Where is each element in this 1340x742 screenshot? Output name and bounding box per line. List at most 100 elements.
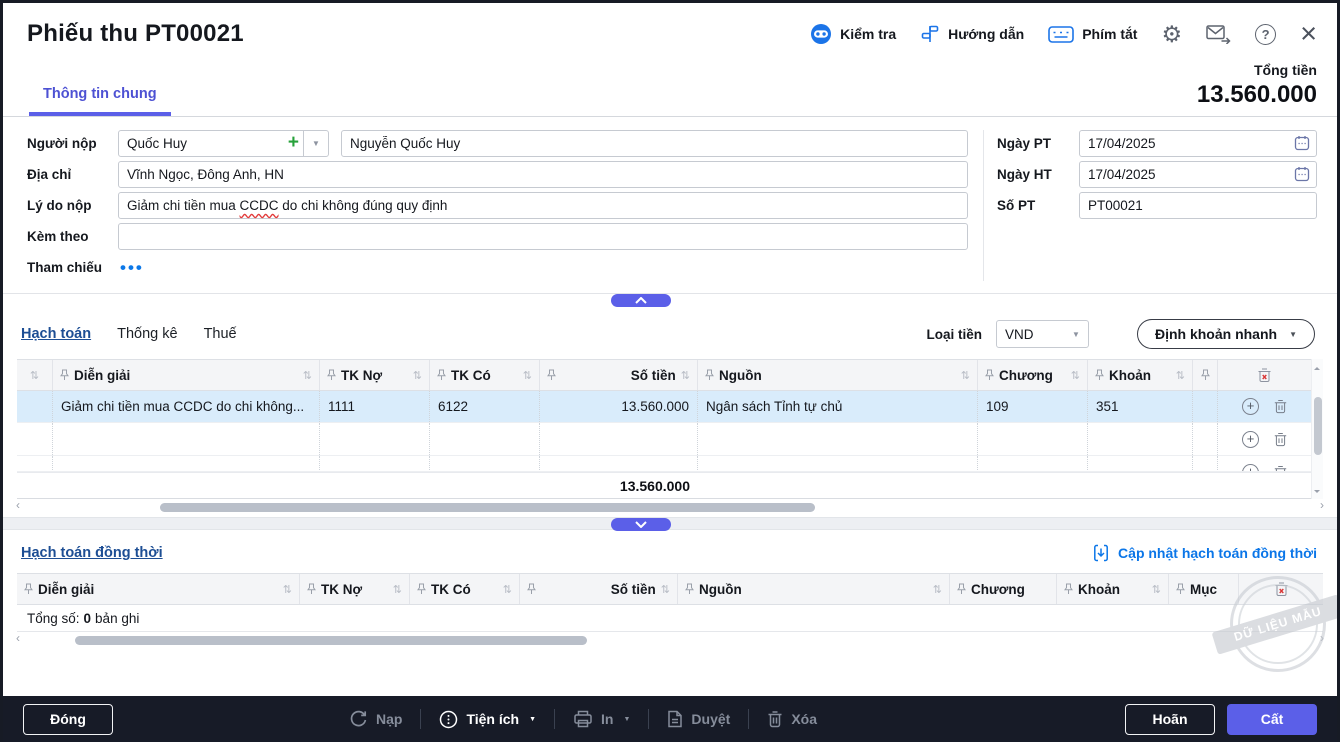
chevron-down-icon bbox=[635, 521, 647, 528]
sort-icon[interactable]: ⇅ bbox=[30, 369, 39, 382]
delete-row-icon[interactable] bbox=[1274, 432, 1287, 447]
pin-icon[interactable] bbox=[307, 583, 316, 595]
receipt-no-input[interactable] bbox=[1079, 192, 1317, 219]
column-header: TK Có bbox=[451, 368, 518, 383]
sort-icon[interactable]: ⇅ bbox=[303, 369, 312, 382]
sort-icon[interactable]: ⇅ bbox=[1071, 369, 1080, 382]
collapse-up-button[interactable] bbox=[611, 294, 671, 307]
pin-icon[interactable] bbox=[1201, 369, 1210, 381]
scrollbar-thumb[interactable] bbox=[1314, 397, 1322, 455]
tab-tax[interactable]: Thuế bbox=[204, 326, 237, 342]
total-label: Tổng tiền bbox=[1197, 62, 1317, 78]
cell-debit-account[interactable]: 1111 bbox=[320, 391, 430, 422]
scrollbar-thumb[interactable] bbox=[75, 636, 587, 645]
sort-icon[interactable]: ⇅ bbox=[523, 369, 532, 382]
column-header: Diễn giải bbox=[38, 582, 278, 597]
posting-date-input[interactable] bbox=[1079, 161, 1317, 188]
pin-icon[interactable] bbox=[60, 369, 69, 381]
pin-icon[interactable] bbox=[437, 369, 446, 381]
simultaneous-title-link[interactable]: Hạch toán đồng thời bbox=[21, 545, 163, 561]
scroll-right-icon[interactable]: › bbox=[1320, 631, 1324, 645]
delete-row-icon[interactable] bbox=[1274, 399, 1287, 414]
pin-icon[interactable] bbox=[985, 369, 994, 381]
delete-all-rows-icon[interactable] bbox=[1274, 581, 1289, 597]
cell-item[interactable]: 351 bbox=[1088, 391, 1193, 422]
add-row-icon[interactable]: + bbox=[1242, 464, 1259, 473]
vertical-scrollbar[interactable] bbox=[1311, 359, 1323, 499]
save-button[interactable]: Cất bbox=[1227, 704, 1317, 735]
address-input[interactable] bbox=[118, 161, 968, 188]
reason-input[interactable]: Giảm chi tiền mua CCDC do chi không đúng… bbox=[118, 192, 968, 219]
pin-icon[interactable] bbox=[24, 583, 33, 595]
pin-icon[interactable] bbox=[547, 369, 556, 381]
add-row-icon[interactable]: + bbox=[1242, 431, 1259, 448]
tab-statistics[interactable]: Thống kê bbox=[117, 326, 177, 342]
utilities-button[interactable]: Tiện ích ▼ bbox=[439, 710, 536, 729]
shortcut-button[interactable]: Phím tắt bbox=[1048, 26, 1137, 43]
receipt-date-input[interactable] bbox=[1079, 130, 1317, 157]
pin-icon[interactable] bbox=[417, 583, 426, 595]
reload-button[interactable]: Nạp bbox=[349, 710, 402, 729]
sort-icon[interactable]: ⇅ bbox=[1176, 369, 1185, 382]
calendar-icon[interactable] bbox=[1294, 166, 1310, 187]
sort-icon[interactable]: ⇅ bbox=[393, 583, 402, 596]
cell-amount[interactable]: 13.560.000 bbox=[540, 391, 698, 422]
payer-name-input[interactable] bbox=[341, 130, 968, 157]
sort-icon[interactable]: ⇅ bbox=[961, 369, 970, 382]
cell-chapter[interactable]: 109 bbox=[978, 391, 1088, 422]
delete-row-icon[interactable] bbox=[1274, 465, 1287, 473]
payer-dropdown-button[interactable]: ▼ bbox=[303, 130, 329, 157]
attachment-input[interactable] bbox=[118, 223, 968, 250]
cell-description[interactable]: Giảm chi tiền mua CCDC do chi không... bbox=[53, 391, 320, 422]
print-button[interactable]: In ▼ bbox=[573, 710, 630, 728]
scroll-left-icon[interactable]: ‹ bbox=[16, 498, 20, 512]
table-row[interactable]: Giảm chi tiền mua CCDC do chi không... 1… bbox=[17, 391, 1311, 423]
sort-icon[interactable]: ⇅ bbox=[413, 369, 422, 382]
check-button[interactable]: Kiểm tra bbox=[810, 23, 896, 45]
table-row[interactable]: + bbox=[17, 423, 1311, 456]
pin-icon[interactable] bbox=[957, 583, 966, 595]
guide-button[interactable]: Hướng dẫn bbox=[920, 24, 1024, 44]
add-row-icon[interactable]: + bbox=[1242, 398, 1259, 415]
sort-icon[interactable]: ⇅ bbox=[933, 583, 942, 596]
pin-icon[interactable] bbox=[327, 369, 336, 381]
pin-icon[interactable] bbox=[685, 583, 694, 595]
close-button[interactable]: Đóng bbox=[23, 704, 113, 735]
quick-entry-button[interactable]: Định khoản nhanh ▼ bbox=[1137, 319, 1315, 349]
horizontal-scrollbar[interactable]: ‹ › bbox=[25, 635, 1315, 646]
help-icon[interactable]: ? bbox=[1255, 24, 1276, 45]
delete-button[interactable]: Xóa bbox=[767, 710, 817, 728]
reference-more-button[interactable]: ••• bbox=[118, 263, 144, 273]
update-simultaneous-button[interactable]: Cập nhật hạch toán đồng thời bbox=[1093, 544, 1317, 562]
currency-select[interactable]: VND ▼ bbox=[996, 320, 1089, 348]
cell-credit-account[interactable]: 6122 bbox=[430, 391, 540, 422]
pin-icon[interactable] bbox=[527, 583, 536, 595]
approve-button[interactable]: Duyệt bbox=[667, 710, 730, 728]
delete-all-rows-icon[interactable] bbox=[1257, 367, 1272, 383]
close-icon[interactable]: × bbox=[1300, 22, 1317, 46]
sort-icon[interactable]: ⇅ bbox=[1152, 583, 1161, 596]
sort-icon[interactable]: ⇅ bbox=[661, 583, 670, 596]
add-payer-icon[interactable]: + bbox=[288, 132, 299, 154]
collapse-down-button[interactable] bbox=[611, 518, 671, 531]
postpone-button[interactable]: Hoãn bbox=[1125, 704, 1215, 735]
pin-icon[interactable] bbox=[705, 369, 714, 381]
horizontal-scrollbar[interactable]: ‹ › bbox=[25, 502, 1315, 513]
scroll-left-icon[interactable]: ‹ bbox=[16, 631, 20, 645]
sort-icon[interactable]: ⇅ bbox=[503, 583, 512, 596]
scroll-right-icon[interactable]: › bbox=[1320, 498, 1324, 512]
payer-code-input[interactable] bbox=[118, 130, 304, 157]
calendar-icon[interactable] bbox=[1294, 135, 1310, 156]
sort-icon[interactable]: ⇅ bbox=[681, 369, 690, 382]
pin-icon[interactable] bbox=[1095, 369, 1104, 381]
tab-general-info[interactable]: Thông tin chung bbox=[29, 86, 171, 116]
sort-icon[interactable]: ⇅ bbox=[283, 583, 292, 596]
tab-accounting[interactable]: Hạch toán bbox=[21, 326, 91, 342]
pin-icon[interactable] bbox=[1064, 583, 1073, 595]
table-row[interactable]: + bbox=[17, 456, 1311, 472]
settings-icon[interactable]: ⚙ bbox=[1161, 23, 1182, 46]
scrollbar-thumb[interactable] bbox=[160, 503, 815, 512]
cell-source[interactable]: Ngân sách Tỉnh tự chủ bbox=[698, 391, 978, 422]
send-feedback-icon[interactable] bbox=[1206, 24, 1231, 44]
pin-icon[interactable] bbox=[1176, 583, 1185, 595]
